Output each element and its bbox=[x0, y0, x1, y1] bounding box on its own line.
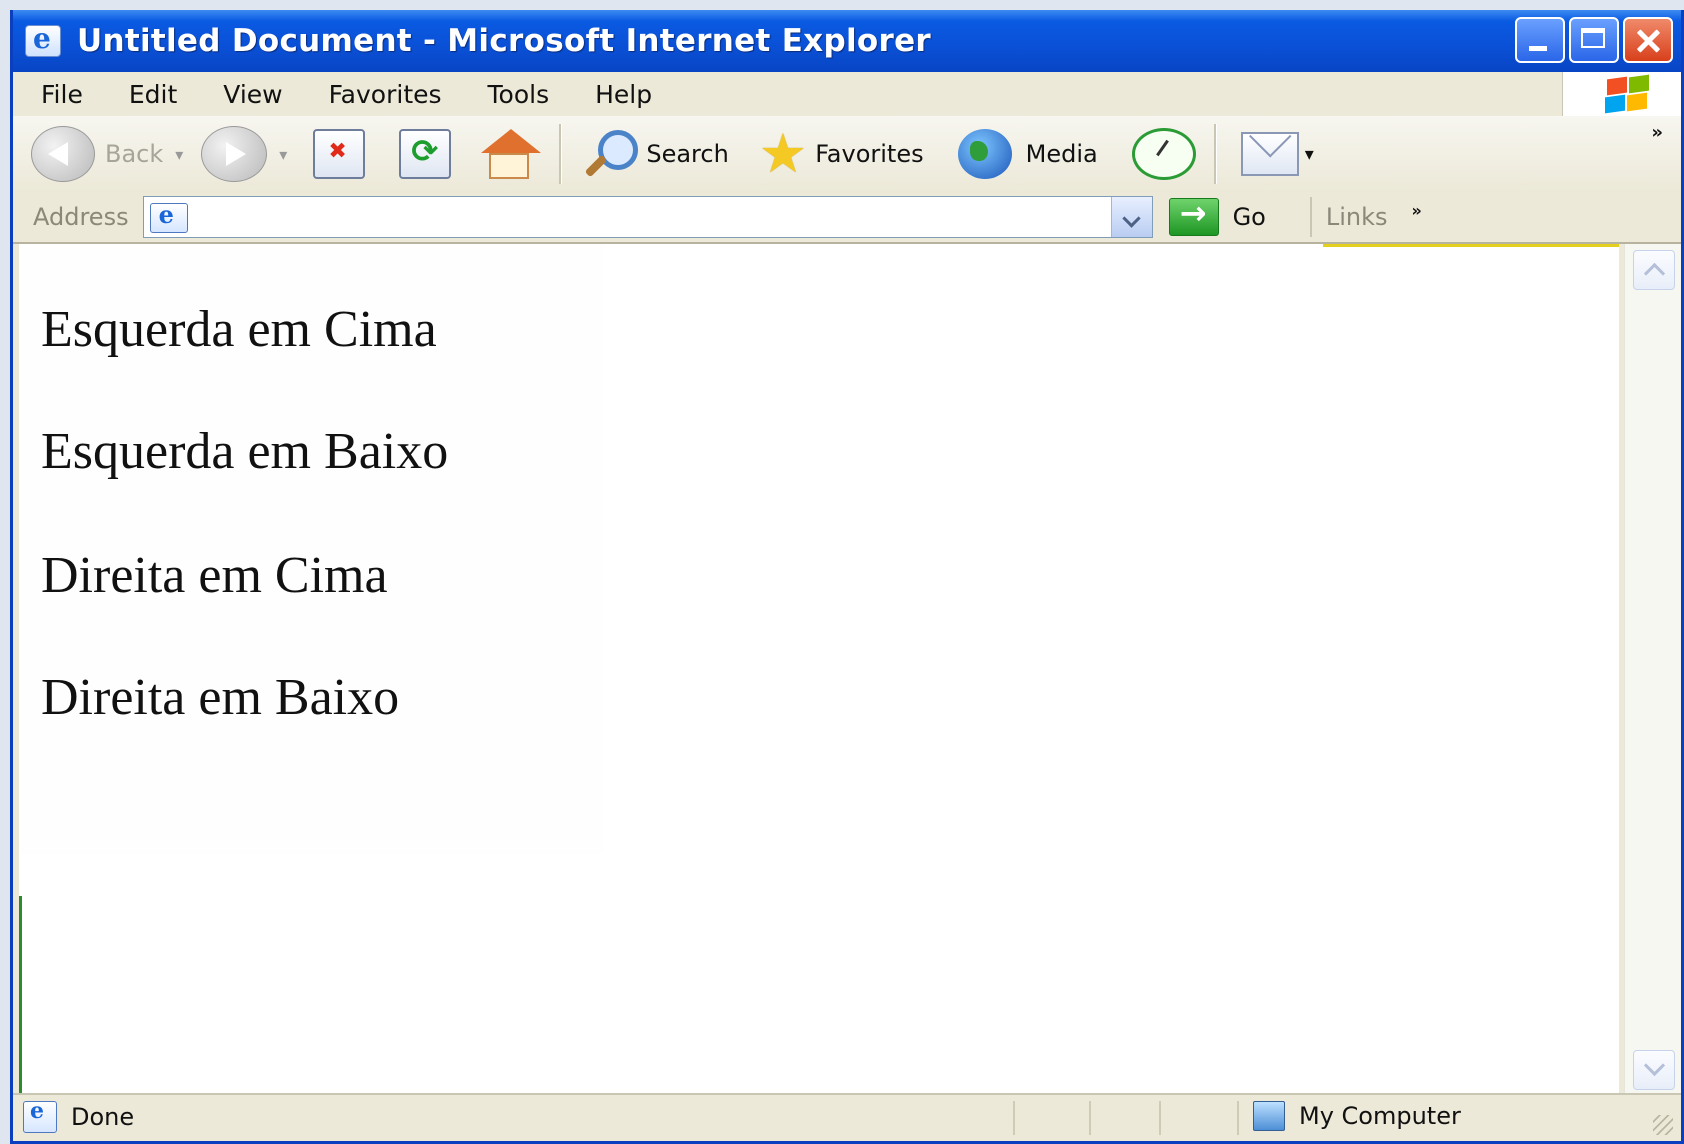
resize-grip[interactable] bbox=[1653, 1115, 1673, 1135]
status-separator bbox=[1159, 1101, 1161, 1135]
menu-favorites[interactable]: Favorites bbox=[329, 80, 442, 109]
title-bar[interactable]: Untitled Document - Microsoft Internet E… bbox=[13, 10, 1681, 72]
history-icon bbox=[1131, 128, 1196, 180]
scroll-down-icon[interactable] bbox=[1633, 1050, 1675, 1090]
text-esquerda-em-baixo: Esquerda em Baixo bbox=[41, 423, 449, 480]
media-button[interactable]: Media bbox=[957, 129, 1098, 179]
go-arrow-icon bbox=[1168, 194, 1219, 236]
stop-icon bbox=[313, 129, 366, 179]
address-input[interactable] bbox=[142, 196, 1153, 238]
menu-edit[interactable]: Edit bbox=[129, 80, 177, 109]
refresh-icon bbox=[399, 129, 452, 179]
refresh-button[interactable] bbox=[399, 129, 452, 179]
favorites-star-icon: ★ bbox=[758, 122, 808, 185]
windows-logo-icon bbox=[1562, 72, 1681, 116]
media-globe-icon bbox=[957, 129, 1012, 179]
status-bar: Done My Computer bbox=[13, 1093, 1681, 1141]
search-label: Search bbox=[646, 140, 729, 168]
status-text: Done bbox=[71, 1103, 135, 1131]
chevron-down-icon[interactable]: ▾ bbox=[175, 145, 183, 164]
toolbar-separator bbox=[1213, 124, 1217, 184]
address-separator bbox=[1309, 197, 1312, 237]
ie-page-icon bbox=[25, 22, 61, 57]
my-computer-icon bbox=[1253, 1101, 1285, 1131]
standard-toolbar: Back ▾ ▾ Search ★ Favorites Media bbox=[13, 116, 1681, 193]
chevron-down-icon: ▾ bbox=[1304, 143, 1314, 165]
search-button[interactable]: Search bbox=[580, 126, 729, 182]
frame-bottom-left bbox=[19, 896, 315, 1096]
browser-window: Untitled Document - Microsoft Internet E… bbox=[10, 10, 1684, 1144]
back-icon bbox=[31, 126, 95, 182]
go-label: Go bbox=[1232, 203, 1266, 231]
status-separator bbox=[1237, 1101, 1239, 1135]
address-bar: Address Go Links » bbox=[13, 192, 1681, 244]
back-label: Back bbox=[105, 140, 164, 168]
zone-text: My Computer bbox=[1299, 1102, 1461, 1130]
home-button[interactable] bbox=[477, 127, 542, 181]
menu-help[interactable]: Help bbox=[595, 80, 652, 109]
menu-bar: File Edit View Favorites Tools Help bbox=[13, 72, 1681, 117]
address-label: Address bbox=[33, 203, 129, 231]
maximize-icon[interactable] bbox=[1569, 17, 1619, 63]
menu-view[interactable]: View bbox=[223, 80, 282, 109]
status-left: Done bbox=[23, 1098, 135, 1133]
forward-button[interactable]: ▾ bbox=[201, 126, 287, 182]
menu-file[interactable]: File bbox=[41, 80, 83, 109]
menu-tools[interactable]: Tools bbox=[488, 80, 550, 109]
home-icon bbox=[477, 127, 542, 181]
search-icon bbox=[580, 126, 639, 182]
text-direita-em-baixo: Direita em Baixo bbox=[41, 669, 400, 726]
window-title: Untitled Document - Microsoft Internet E… bbox=[77, 23, 931, 59]
address-dropdown-icon[interactable] bbox=[1110, 197, 1152, 237]
vertical-scrollbar[interactable] bbox=[1624, 244, 1681, 1096]
go-button[interactable]: Go bbox=[1168, 194, 1266, 236]
ie-page-icon bbox=[23, 1098, 57, 1133]
media-label: Media bbox=[1025, 140, 1098, 168]
favorites-button[interactable]: ★ Favorites bbox=[759, 127, 924, 181]
close-icon[interactable] bbox=[1623, 17, 1673, 63]
text-esquerda-em-cima: Esquerda em Cima bbox=[41, 301, 437, 358]
window-controls bbox=[1515, 17, 1673, 63]
ie-page-icon bbox=[149, 200, 188, 233]
scroll-up-icon[interactable] bbox=[1633, 250, 1675, 290]
frame-top-right bbox=[1323, 244, 1619, 444]
minimize-icon[interactable] bbox=[1515, 17, 1565, 63]
links-overflow-chevron[interactable]: » bbox=[1412, 201, 1422, 220]
status-separator bbox=[1013, 1101, 1015, 1135]
mail-icon bbox=[1240, 132, 1299, 176]
text-direita-em-cima: Direita em Cima bbox=[41, 547, 388, 604]
chevron-down-icon[interactable]: ▾ bbox=[279, 145, 287, 164]
favorites-label: Favorites bbox=[815, 140, 924, 168]
toolbar-overflow-chevron[interactable]: » bbox=[1651, 122, 1663, 143]
back-button[interactable]: Back ▾ bbox=[31, 126, 183, 182]
mail-button[interactable]: ▾ bbox=[1240, 132, 1314, 176]
forward-icon bbox=[201, 126, 268, 182]
stop-button[interactable] bbox=[313, 129, 366, 179]
toolbar-separator bbox=[559, 124, 563, 184]
page-content: Esquerda em Cima Esquerda em Baixo Direi… bbox=[19, 244, 1619, 1096]
links-label[interactable]: Links bbox=[1326, 203, 1388, 231]
status-zone: My Computer bbox=[1253, 1101, 1461, 1131]
history-button[interactable] bbox=[1131, 128, 1196, 180]
status-separator bbox=[1089, 1101, 1091, 1135]
